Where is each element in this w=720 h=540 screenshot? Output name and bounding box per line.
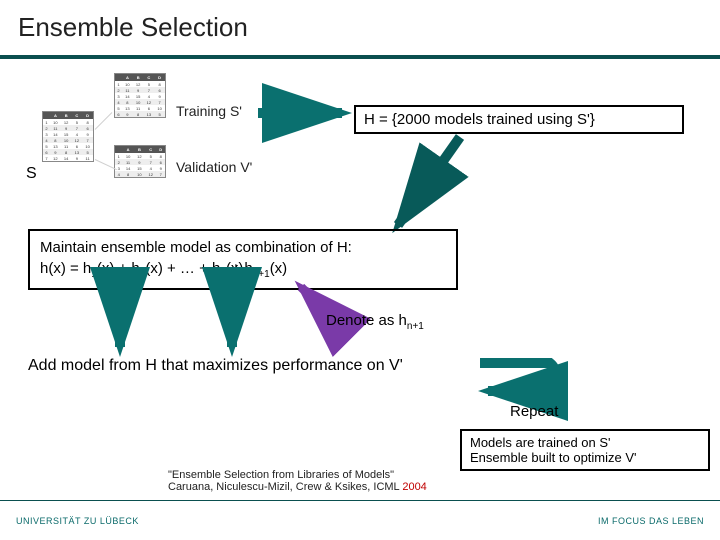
main-line1: Maintain ensemble model as combination o… xyxy=(40,237,446,258)
summary-box: Models are trained on S' Ensemble built … xyxy=(460,429,710,471)
table-training: ABCD 1101258 211976 3141549 4810127 5131… xyxy=(114,73,166,118)
content-area: ABCD 1101258 211976 3141549 4810127 5131… xyxy=(0,59,720,499)
citation: "Ensemble Selection from Libraries of Mo… xyxy=(168,469,427,493)
split-line xyxy=(95,112,113,130)
slide-footer: UNIVERSITÄT ZU LÜBECK IM FOCUS DAS LEBEN xyxy=(0,500,720,540)
training-label: Training S' xyxy=(176,103,242,119)
add-model-line: Add model from H that maximizes performa… xyxy=(28,357,403,375)
summary-line1: Models are trained on S' xyxy=(470,435,700,450)
repeat-label: Repeat xyxy=(510,403,558,420)
arrow-mainbox-to-add xyxy=(110,285,130,357)
h-models-box: H = {2000 models trained using S'} xyxy=(354,105,684,134)
citation-title: "Ensemble Selection from Libraries of Mo… xyxy=(168,469,427,481)
s-label: S xyxy=(26,165,37,183)
arrow-training-to-h xyxy=(258,105,352,121)
ensemble-definition-box: Maintain ensemble model as combination o… xyxy=(28,229,458,290)
arrow-h-to-mainbox xyxy=(390,133,470,233)
denote-text: Denote as hn+1 xyxy=(326,312,424,332)
repeat-loop-icon xyxy=(470,355,580,395)
main-line2: h(x) = h1(x) + h2(x) + … + hn(x)+ hn+1(x… xyxy=(40,258,446,282)
summary-line2: Ensemble built to optimize V' xyxy=(470,450,700,465)
arrow-denote-to-box xyxy=(295,283,335,315)
citation-authors: Caruana, Niculescu-Mizil, Crew & Ksikes,… xyxy=(168,481,427,493)
table-validation: ABCD 1101258 211976 3141549 4810127 xyxy=(114,145,166,178)
footer-left: UNIVERSITÄT ZU LÜBECK xyxy=(16,516,139,526)
validation-label: Validation V' xyxy=(176,159,252,175)
table-s: ABCD 1101258 211976 3141549 4810127 5131… xyxy=(42,111,94,162)
arrow-validation-to-add xyxy=(222,285,242,357)
slide-title: Ensemble Selection xyxy=(0,0,720,49)
footer-right: IM FOCUS DAS LEBEN xyxy=(598,516,704,526)
